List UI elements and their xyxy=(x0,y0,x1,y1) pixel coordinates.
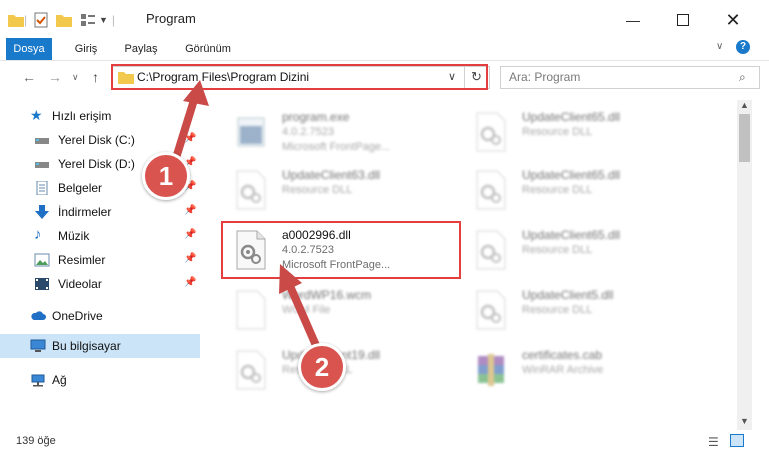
step-1-badge: 1 xyxy=(142,152,190,200)
arrow-to-file xyxy=(279,264,322,354)
step-2-badge: 2 xyxy=(298,343,346,391)
arrow-to-address xyxy=(172,80,209,162)
annotation-arrows xyxy=(172,80,322,354)
